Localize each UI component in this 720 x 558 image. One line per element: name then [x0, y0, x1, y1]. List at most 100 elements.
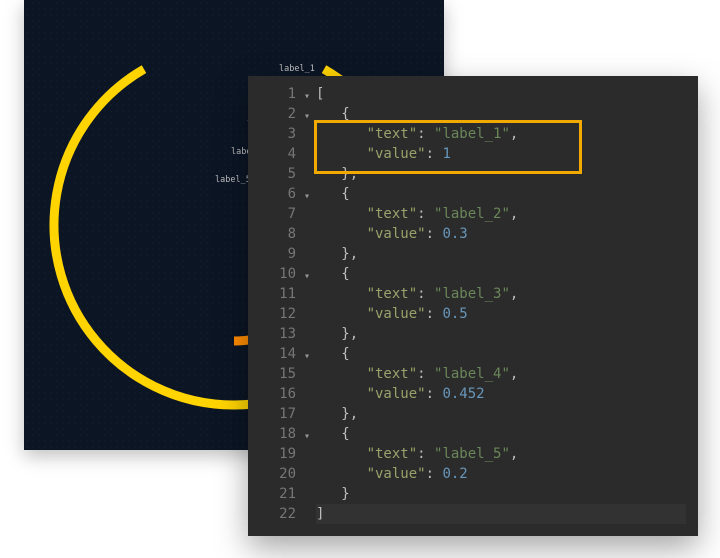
- line-number: 6▾: [248, 184, 300, 204]
- token-num: 0.3: [442, 226, 467, 242]
- line-number: 19: [248, 444, 300, 464]
- token-key: "value": [367, 306, 426, 322]
- fold-toggle-icon[interactable]: ▾: [304, 427, 310, 447]
- code-line[interactable]: "text": "label_5",: [316, 444, 686, 464]
- token-k: :: [417, 206, 434, 222]
- token-num: 0.2: [442, 466, 467, 482]
- token-k: :: [417, 286, 434, 302]
- token-k: },: [341, 166, 358, 182]
- token-num: 0.5: [442, 306, 467, 322]
- line-number: 17: [248, 404, 300, 424]
- line-number: 15: [248, 364, 300, 384]
- code-line[interactable]: },: [316, 164, 686, 184]
- token-key: "value": [367, 386, 426, 402]
- fold-toggle-icon[interactable]: ▾: [304, 267, 310, 287]
- token-k: :: [417, 366, 434, 382]
- token-str: "label_4": [434, 366, 510, 382]
- token-k: :: [426, 386, 443, 402]
- line-number: 20: [248, 464, 300, 484]
- token-num: 0.452: [442, 386, 484, 402]
- token-key: "text": [367, 366, 418, 382]
- line-number: 7: [248, 204, 300, 224]
- token-k: :: [417, 446, 434, 462]
- token-k: ,: [510, 286, 518, 302]
- token-k: :: [426, 306, 443, 322]
- token-k: }: [341, 486, 349, 502]
- code-line[interactable]: "text": "label_3",: [316, 284, 686, 304]
- line-number: 22: [248, 504, 300, 524]
- code-line[interactable]: {: [316, 264, 686, 284]
- token-k: ,: [510, 126, 518, 142]
- line-number: 10▾: [248, 264, 300, 284]
- line-number: 3: [248, 124, 300, 144]
- token-key: "text": [367, 126, 418, 142]
- token-str: "label_2": [434, 206, 510, 222]
- code-line[interactable]: [: [316, 84, 686, 104]
- code-line[interactable]: {: [316, 104, 686, 124]
- code-line[interactable]: {: [316, 424, 686, 444]
- line-number: 9: [248, 244, 300, 264]
- token-k: {: [341, 426, 349, 442]
- token-k: :: [417, 126, 434, 142]
- line-number: 8: [248, 224, 300, 244]
- token-k: ]: [316, 506, 324, 522]
- line-number: 21: [248, 484, 300, 504]
- chart-label-label_5: label_5: [215, 176, 250, 185]
- code-line[interactable]: "value": 0.452: [316, 384, 686, 404]
- token-k: {: [341, 266, 349, 282]
- token-k: :: [426, 226, 443, 242]
- code-line[interactable]: "value": 0.2: [316, 464, 686, 484]
- token-key: "text": [367, 286, 418, 302]
- fold-toggle-icon[interactable]: ▾: [304, 347, 310, 367]
- token-k: },: [341, 246, 358, 262]
- line-number: 11: [248, 284, 300, 304]
- token-k: },: [341, 326, 358, 342]
- token-k: ,: [510, 206, 518, 222]
- editor-gutter: 1▾2▾3456▾78910▾11121314▾15161718▾1920212…: [248, 84, 300, 524]
- token-k: :: [426, 146, 443, 162]
- code-line[interactable]: {: [316, 344, 686, 364]
- fold-toggle-icon[interactable]: ▾: [304, 187, 310, 207]
- code-line[interactable]: },: [316, 404, 686, 424]
- fold-toggle-icon[interactable]: ▾: [304, 107, 310, 127]
- fold-toggle-icon[interactable]: ▾: [304, 87, 310, 107]
- code-line[interactable]: },: [316, 244, 686, 264]
- token-key: "value": [367, 466, 426, 482]
- token-k: :: [426, 466, 443, 482]
- code-line[interactable]: "text": "label_4",: [316, 364, 686, 384]
- token-key: "text": [367, 206, 418, 222]
- editor-code[interactable]: [ { "text": "label_1", "value": 1 }, { "…: [316, 84, 686, 524]
- code-line[interactable]: }: [316, 484, 686, 504]
- line-number: 5: [248, 164, 300, 184]
- token-k: ,: [510, 446, 518, 462]
- line-number: 4: [248, 144, 300, 164]
- token-str: "label_3": [434, 286, 510, 302]
- code-line[interactable]: "value": 0.5: [316, 304, 686, 324]
- line-number: 2▾: [248, 104, 300, 124]
- token-k: [: [316, 86, 324, 102]
- line-number: 1▾: [248, 84, 300, 104]
- chart-label-label_1: label_1: [279, 65, 314, 74]
- token-str: "label_1": [434, 126, 510, 142]
- line-number: 13: [248, 324, 300, 344]
- line-number: 14▾: [248, 344, 300, 364]
- code-line[interactable]: "value": 0.3: [316, 224, 686, 244]
- code-line[interactable]: {: [316, 184, 686, 204]
- token-k: },: [341, 406, 358, 422]
- token-key: "value": [367, 146, 426, 162]
- token-k: {: [341, 346, 349, 362]
- code-line[interactable]: ]: [316, 504, 686, 524]
- token-num: 1: [442, 146, 450, 162]
- token-str: "label_5": [434, 446, 510, 462]
- token-key: "value": [367, 226, 426, 242]
- json-editor[interactable]: 1▾2▾3456▾78910▾11121314▾15161718▾1920212…: [248, 76, 698, 536]
- line-number: 18▾: [248, 424, 300, 444]
- code-line[interactable]: "text": "label_2",: [316, 204, 686, 224]
- code-line[interactable]: },: [316, 324, 686, 344]
- token-k: {: [341, 186, 349, 202]
- token-k: {: [341, 106, 349, 122]
- code-line[interactable]: "text": "label_1",: [316, 124, 686, 144]
- token-k: ,: [510, 366, 518, 382]
- line-number: 16: [248, 384, 300, 404]
- code-line[interactable]: "value": 1: [316, 144, 686, 164]
